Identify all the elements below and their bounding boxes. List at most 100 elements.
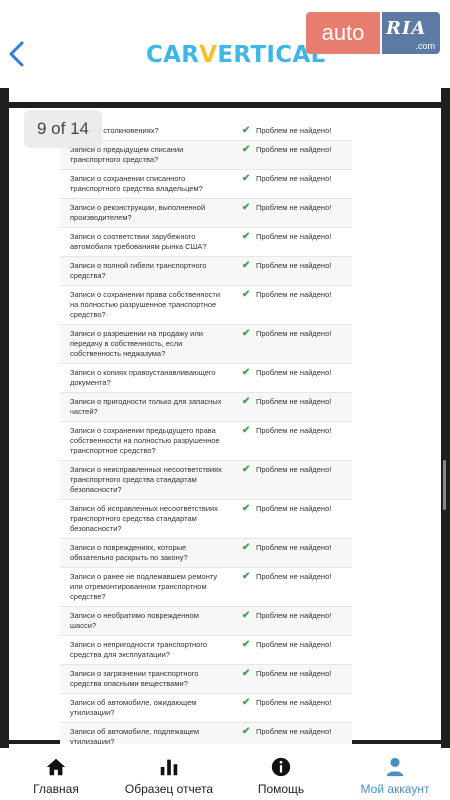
- info-icon: [271, 757, 291, 777]
- table-row: Записи о сохранении списанного транспорт…: [60, 170, 352, 199]
- row-result: ✔ Проблем не найдено!: [232, 257, 352, 285]
- checkmark-icon: ✔: [242, 260, 251, 271]
- nav-my-account-label: Мой аккаунт: [360, 782, 430, 796]
- row-result-text: Проблем не найдено!: [256, 465, 332, 474]
- checkmark-icon: ✔: [242, 726, 251, 737]
- checks-table: Записи о столкновениях? ✔ Проблем не найде…: [60, 122, 352, 791]
- row-result: ✔ Проблем не найдено!: [232, 364, 352, 392]
- report-page: Записи о столкновениях? ✔ Проблем не найде…: [9, 108, 441, 791]
- checkmark-icon: ✔: [242, 668, 251, 679]
- row-result: ✔ Проблем не найдено!: [232, 500, 352, 538]
- table-row: Записи о загрязнении транспортного средс…: [60, 665, 352, 694]
- checkmark-icon: ✔: [242, 328, 251, 339]
- row-question: Записи об исправленных несоответствиях т…: [70, 504, 218, 533]
- row-result-text: Проблем не найдено!: [256, 368, 332, 377]
- row-result-text: Проблем не найдено!: [256, 232, 332, 241]
- table-row: Записи о необратимо поврежденном шасси? ✔…: [60, 607, 352, 636]
- row-result-text: Проблем не найдено!: [256, 261, 332, 270]
- row-result-text: Проблем не найдено!: [256, 426, 332, 435]
- nav-sample-report-label: Образец отчета: [124, 782, 214, 796]
- checkmark-icon: ✔: [242, 173, 251, 184]
- row-question: Записи о соответствии зарубежного автомо…: [70, 232, 207, 251]
- row-question: Записи о неисправленных несоответствиях …: [70, 465, 222, 494]
- table-row: Записи о реконструкции, выполненной прои…: [60, 199, 352, 228]
- table-row: Записи о непригодности транспортного сре…: [60, 636, 352, 665]
- home-icon: [46, 758, 66, 776]
- row-question: Записи о пригодности только для запасных…: [70, 397, 222, 416]
- row-result: ✔ Проблем не найдено!: [232, 286, 352, 324]
- nav-home-label: Главная: [33, 782, 79, 796]
- checkmark-icon: ✔: [242, 231, 251, 242]
- checkmark-icon: ✔: [242, 571, 251, 582]
- row-result-text: Проблем не найдено!: [256, 145, 332, 154]
- autoria-com-text: .com: [415, 41, 435, 51]
- row-result-text: Проблем не найдено!: [256, 669, 332, 678]
- row-question: Записи о сохранении списанного транспорт…: [70, 174, 203, 193]
- row-question: Записи о ранее не подлежавшем ремонту ил…: [70, 572, 218, 601]
- autoria-ria-block: RIA .com: [382, 12, 440, 54]
- row-question: Записи о реконструкции, выполненной прои…: [70, 203, 206, 222]
- row-result: ✔ Проблем не найдено!: [232, 199, 352, 227]
- table-row: Записи о разрешении на продажу или перед…: [60, 325, 352, 364]
- nav-sample-report[interactable]: Образец отчета: [118, 748, 220, 800]
- row-result-text: Проблем не найдено!: [256, 290, 332, 299]
- user-icon: [386, 757, 404, 777]
- row-result-text: Проблем не найдено!: [256, 611, 332, 620]
- row-question: Записи о непригодности транспортного сре…: [70, 640, 208, 659]
- row-question: Записи об автомобиле, ожидающем утилизац…: [70, 698, 197, 717]
- row-question: Записи о сохранении предыдущего права со…: [70, 426, 220, 455]
- row-result-text: Проблем не найдено!: [256, 329, 332, 338]
- table-row: Записи о предыдущем списании транспортно…: [60, 141, 352, 170]
- row-result-text: Проблем не найдено!: [256, 397, 332, 406]
- nav-help[interactable]: Помощь: [246, 748, 316, 800]
- row-result-text: Проблем не найдено!: [256, 698, 332, 707]
- row-question: Записи о необратимо поврежденном шасси?: [70, 611, 199, 630]
- row-result-text: Проблем не найдено!: [256, 504, 332, 513]
- table-row: Записи о сохранении права собственности …: [60, 286, 352, 325]
- table-row: Записи об исправленных несоответствиях т…: [60, 500, 352, 539]
- checkmark-icon: ✔: [242, 367, 251, 378]
- row-result-text: Проблем не найдено!: [256, 572, 332, 581]
- previous-page-bottom: [9, 88, 441, 102]
- table-row: Записи о соответствии зарубежного автомо…: [60, 228, 352, 257]
- row-result-text: Проблем не найдено!: [256, 126, 332, 135]
- row-result: ✔ Проблем не найдено!: [232, 568, 352, 606]
- table-row: Записи о повреждениях, которые обязатель…: [60, 539, 352, 568]
- table-row: Записи о сохранении предыдущего права со…: [60, 422, 352, 461]
- checkmark-icon: ✔: [242, 503, 251, 514]
- row-result: ✔ Проблем не найдено!: [232, 141, 352, 169]
- row-question: Записи о полной гибели транспортного сре…: [70, 261, 207, 280]
- checkmark-icon: ✔: [242, 639, 251, 650]
- nav-home[interactable]: Главная: [16, 748, 96, 800]
- nav-my-account[interactable]: Мой аккаунт: [352, 748, 438, 800]
- bottom-navigation: Главная Образец отчета Помощь Мой аккаун…: [0, 748, 450, 800]
- table-row: Записи о пригодности только для запасных…: [60, 393, 352, 422]
- table-row: Записи о копиях правоустанавливающего до…: [60, 364, 352, 393]
- row-result: ✔ Проблем не найдено!: [232, 694, 352, 722]
- row-result-text: Проблем не найдено!: [256, 174, 332, 183]
- row-result-text: Проблем не найдено!: [256, 727, 332, 736]
- row-question: Записи о разрешении на продажу или перед…: [70, 329, 203, 358]
- row-result: ✔ Проблем не найдено!: [232, 539, 352, 567]
- row-result: ✔ Проблем не найдено!: [232, 122, 352, 140]
- table-row: Записи о ранее не подлежавшем ремонту ил…: [60, 568, 352, 607]
- table-row: Записи о полной гибели транспортного сре…: [60, 257, 352, 286]
- checkmark-icon: ✔: [242, 125, 251, 136]
- row-result: ✔ Проблем не найдено!: [232, 170, 352, 198]
- checkmark-icon: ✔: [242, 610, 251, 621]
- table-row: Записи о неисправленных несоответствиях …: [60, 461, 352, 500]
- table-row: Записи об автомобиле, ожидающем утилизац…: [60, 694, 352, 723]
- checkmark-icon: ✔: [242, 425, 251, 436]
- row-result: ✔ Проблем не найдено!: [232, 325, 352, 363]
- autoria-auto-text: auto: [306, 12, 380, 54]
- checkmark-icon: ✔: [242, 542, 251, 553]
- bar-chart-icon: [160, 759, 178, 776]
- autoria-ria-text: RIA: [386, 18, 427, 39]
- pdf-viewer[interactable]: Записи о столкновениях? ✔ Проблем не найде…: [0, 88, 450, 791]
- row-question: Записи о повреждениях, которые обязатель…: [70, 543, 188, 562]
- checkmark-icon: ✔: [242, 464, 251, 475]
- back-arrow-icon[interactable]: [6, 40, 28, 68]
- scrollbar-thumb[interactable]: [443, 460, 446, 510]
- nav-help-label: Помощь: [257, 782, 305, 796]
- checkmark-icon: ✔: [242, 697, 251, 708]
